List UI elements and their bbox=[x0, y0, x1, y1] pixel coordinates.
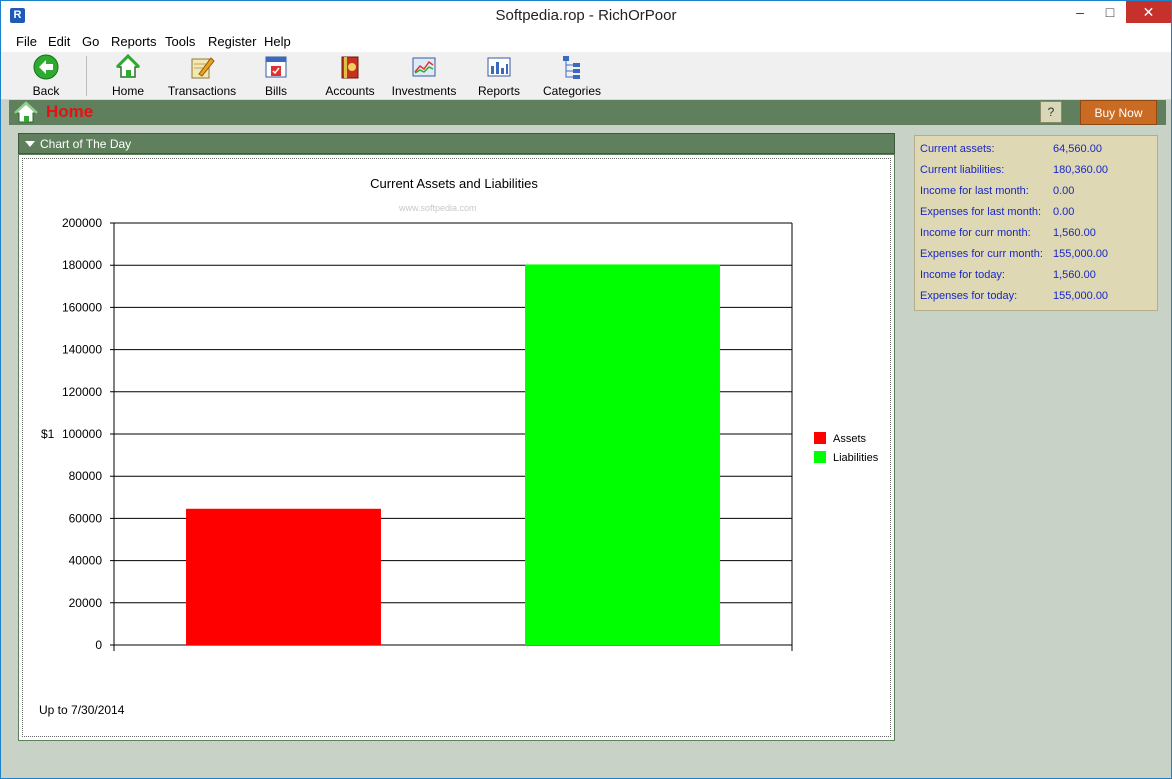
stat-row: Income for today: 1,560.00 bbox=[920, 265, 1156, 286]
legend-label: Assets bbox=[833, 433, 867, 445]
stat-row: Income for curr month: 1,560.00 bbox=[920, 223, 1156, 244]
reports-bar-chart-icon bbox=[487, 57, 511, 77]
accounts-button[interactable]: Accounts bbox=[323, 54, 377, 98]
collapse-arrow-icon[interactable] bbox=[25, 141, 35, 147]
reports-label: Reports bbox=[477, 84, 521, 98]
bar-assets bbox=[186, 508, 381, 645]
home-header-bar: Home ? Buy Now bbox=[9, 100, 1166, 125]
toolbar: Back Home Transactions Bills Accounts In… bbox=[1, 52, 1171, 100]
stat-label: Income for today: bbox=[920, 269, 1005, 281]
y-tick-label: 20000 bbox=[69, 596, 103, 610]
menu-edit[interactable]: Edit bbox=[48, 34, 70, 49]
stat-row: Current assets: 64,560.00 bbox=[920, 139, 1156, 160]
stat-value: 155,000.00 bbox=[1053, 248, 1109, 260]
chart-date-footer: Up to 7/30/2014 bbox=[39, 703, 125, 717]
menu-register[interactable]: Register bbox=[208, 34, 256, 49]
bar-liabilities bbox=[525, 264, 720, 645]
y-tick-label: 100000 bbox=[62, 427, 102, 441]
stat-label: Income for last month: bbox=[920, 185, 1029, 197]
back-arrow-icon bbox=[33, 54, 59, 80]
stat-value: 64,560.00 bbox=[1053, 143, 1102, 155]
y-tick-label: 0 bbox=[95, 638, 102, 652]
menu-reports[interactable]: Reports bbox=[111, 34, 157, 49]
stat-row: Current liabilities: 180,360.00 bbox=[920, 160, 1156, 181]
stat-label: Expenses for curr month: bbox=[920, 248, 1043, 260]
stat-label: Current assets: bbox=[920, 143, 995, 155]
menu-go[interactable]: Go bbox=[82, 34, 99, 49]
app-window: R Softpedia.rop - RichOrPoor – □ ✕ File … bbox=[0, 0, 1172, 779]
reports-button[interactable]: Reports bbox=[475, 54, 523, 98]
bills-label: Bills bbox=[264, 84, 287, 98]
title-bar: R Softpedia.rop - RichOrPoor – □ ✕ bbox=[1, 1, 1171, 31]
stat-row: Income for last month: 0.00 bbox=[920, 181, 1156, 202]
back-label: Back bbox=[32, 84, 60, 98]
stat-value: 155,000.00 bbox=[1053, 290, 1109, 302]
help-button[interactable]: ? bbox=[1040, 101, 1062, 123]
stat-value: 1,560.00 bbox=[1053, 227, 1096, 239]
chart-panel-title: Chart of The Day bbox=[40, 137, 132, 151]
investments-button[interactable]: Investments bbox=[389, 54, 459, 98]
home-label: Home bbox=[111, 84, 144, 98]
stat-row: Expenses for last month: 0.00 bbox=[920, 202, 1156, 223]
investments-label: Investments bbox=[391, 84, 457, 98]
legend-swatch bbox=[814, 432, 826, 444]
back-button[interactable]: Back bbox=[26, 54, 66, 98]
y-tick-label: 160000 bbox=[62, 300, 102, 314]
stat-value: 0.00 bbox=[1053, 185, 1075, 197]
toolbar-separator bbox=[86, 56, 87, 96]
accounts-label: Accounts bbox=[325, 84, 375, 98]
y-tick-label: 120000 bbox=[62, 385, 102, 399]
categories-button[interactable]: Categories bbox=[541, 54, 603, 98]
y-tick-label: 200000 bbox=[62, 216, 102, 230]
y-tick-label: 180000 bbox=[62, 258, 102, 272]
stat-value: 0.00 bbox=[1053, 206, 1075, 218]
investments-chart-icon bbox=[412, 57, 436, 77]
menu-file[interactable]: File bbox=[16, 34, 37, 49]
pencil-notebook-icon bbox=[191, 57, 215, 79]
window-title: Softpedia.rop - RichOrPoor bbox=[495, 7, 677, 24]
legend-label: Liabilities bbox=[833, 452, 879, 464]
transactions-button[interactable]: Transactions bbox=[166, 54, 238, 98]
stat-label: Current liabilities: bbox=[920, 164, 1005, 176]
bar-chart: 0 20000 40000 60000 80000 100000 120000 140000 1… bbox=[41, 216, 879, 652]
menu-bar: File Edit Go Reports Tools Register Help bbox=[1, 31, 1171, 52]
bills-button[interactable]: Bills bbox=[259, 54, 293, 98]
chart-panel: Current Assets and Liabilities www.softp… bbox=[18, 154, 895, 741]
stat-row: Expenses for today: 155,000.00 bbox=[920, 286, 1156, 307]
minimize-button[interactable]: – bbox=[1065, 1, 1095, 23]
menu-tools[interactable]: Tools bbox=[165, 34, 195, 49]
menu-help[interactable]: Help bbox=[264, 34, 291, 49]
stat-label: Expenses for today: bbox=[920, 290, 1018, 302]
stat-row: Expenses for curr month: 155,000.00 bbox=[920, 244, 1156, 265]
y-tick-label: 80000 bbox=[69, 469, 103, 483]
categories-label: Categories bbox=[542, 84, 602, 98]
stat-value: 180,360.00 bbox=[1053, 164, 1109, 176]
chart-of-the-day-header[interactable]: Chart of The Day bbox=[18, 133, 895, 154]
page-title: Home bbox=[46, 102, 94, 121]
y-tick-label: 60000 bbox=[69, 511, 103, 525]
house-icon bbox=[115, 54, 141, 78]
categories-tree-icon bbox=[563, 56, 580, 79]
home-header-icon bbox=[14, 101, 38, 123]
stat-label: Income for curr month: bbox=[920, 227, 1031, 239]
buy-now-button[interactable]: Buy Now bbox=[1080, 100, 1157, 125]
bills-calendar-icon bbox=[265, 56, 287, 78]
home-button[interactable]: Home bbox=[105, 54, 151, 98]
legend-swatch bbox=[814, 451, 826, 463]
transactions-label: Transactions bbox=[167, 84, 237, 98]
y-axis-label: $1 bbox=[41, 427, 55, 441]
stat-value: 1,560.00 bbox=[1053, 269, 1096, 281]
stat-label: Expenses for last month: bbox=[920, 206, 1042, 218]
maximize-button[interactable]: □ bbox=[1095, 1, 1125, 23]
summary-stats-panel: Current assets: 64,560.00 Current liabil… bbox=[914, 135, 1158, 311]
close-button[interactable]: ✕ bbox=[1126, 1, 1171, 23]
y-tick-label: 40000 bbox=[69, 554, 103, 568]
accounts-book-icon bbox=[341, 56, 359, 79]
y-tick-label: 140000 bbox=[62, 343, 102, 357]
